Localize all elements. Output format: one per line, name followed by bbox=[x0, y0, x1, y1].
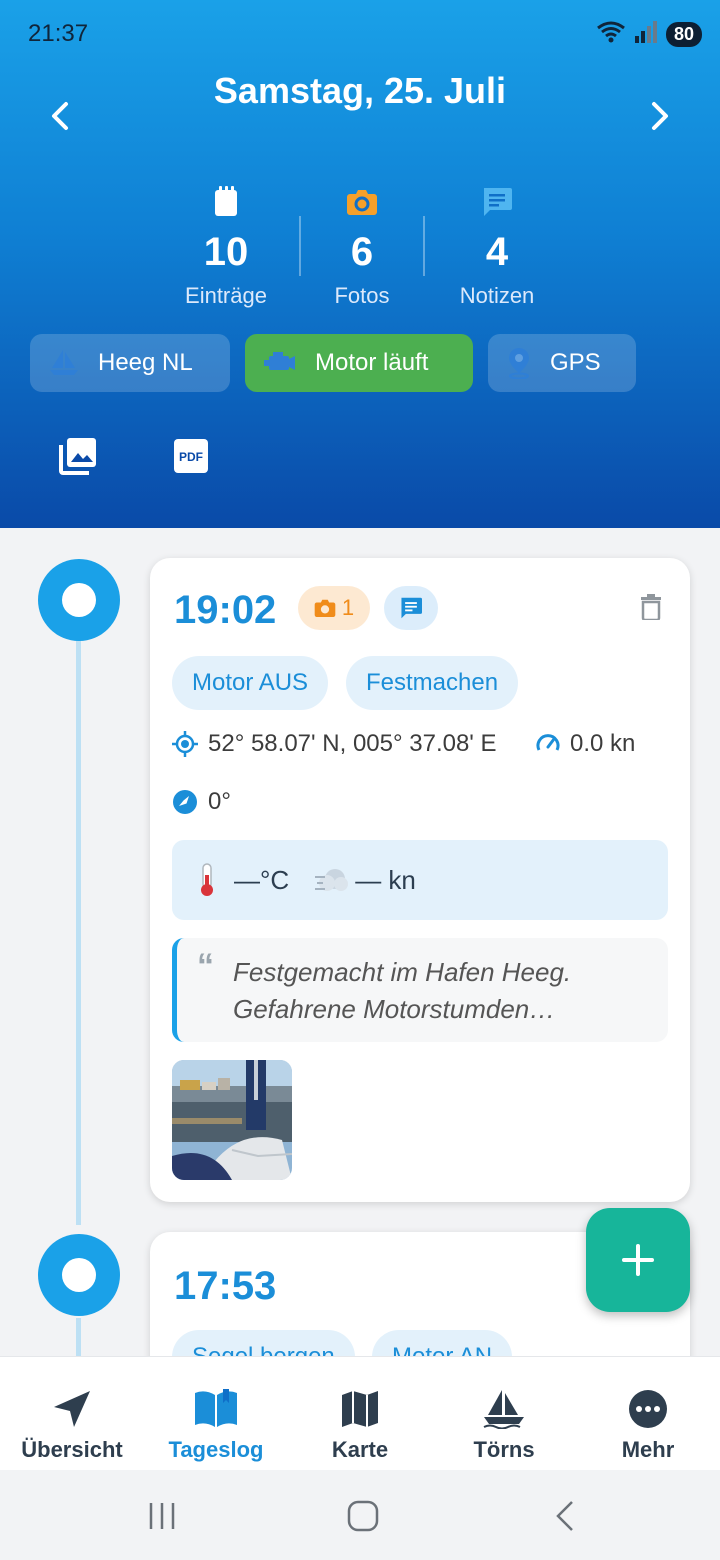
speed-text: 0.0 kn bbox=[570, 730, 636, 757]
timeline-dot bbox=[38, 559, 120, 641]
nav-item-trips[interactable]: Törns bbox=[432, 1357, 576, 1471]
entry-tag: Motor AUS bbox=[172, 656, 329, 710]
motor-status-chip[interactable]: Motor läuft bbox=[245, 334, 473, 392]
location-chip-label: Heeg NL bbox=[98, 349, 193, 376]
status-time: 21:37 bbox=[28, 20, 89, 47]
compass-icon bbox=[173, 790, 197, 814]
map-icon bbox=[342, 1391, 378, 1427]
entry-speed: 0.0 kn bbox=[536, 730, 635, 758]
location-chip[interactable]: Heeg NL bbox=[30, 334, 230, 392]
timeline-line bbox=[76, 1318, 81, 1358]
add-entry-button[interactable] bbox=[586, 1208, 690, 1312]
camera-icon bbox=[314, 599, 336, 617]
temperature-text: —°C bbox=[234, 864, 290, 895]
wind-cloud-icon bbox=[315, 869, 349, 891]
nav-item-overview[interactable]: Übersicht bbox=[0, 1357, 144, 1471]
heading-text: 0° bbox=[208, 788, 231, 815]
stat-notes-label: Notizen bbox=[459, 283, 535, 308]
stat-divider bbox=[423, 216, 425, 276]
export-pdf-button[interactable]: PDF bbox=[169, 434, 213, 478]
recents-icon bbox=[149, 1503, 175, 1529]
day-stats: 10 Einträge 6 Fotos 4 Notizen bbox=[0, 184, 720, 314]
delete-entry-button[interactable] bbox=[640, 594, 662, 625]
note-badge[interactable] bbox=[384, 586, 438, 630]
log-entry-card[interactable]: 19:02 1 Motor AUS Festmachen 52° 58.07' … bbox=[150, 558, 690, 1202]
next-day-button[interactable] bbox=[640, 96, 680, 136]
gallery-button[interactable] bbox=[56, 434, 100, 478]
engine-icon bbox=[264, 352, 295, 370]
stat-entries-value: 10 bbox=[203, 230, 249, 274]
location-pin-icon bbox=[509, 348, 529, 379]
note-icon bbox=[401, 597, 422, 619]
speedometer-icon bbox=[536, 734, 560, 751]
book-icon bbox=[195, 1389, 237, 1427]
home-icon bbox=[347, 1500, 379, 1532]
photo-library-icon bbox=[59, 438, 96, 475]
stat-entries: 10 Einträge bbox=[156, 184, 296, 309]
photo-thumbnail[interactable] bbox=[172, 1060, 292, 1180]
navigation-arrow-icon bbox=[54, 1391, 90, 1427]
nav-item-label: Karte bbox=[331, 1437, 389, 1462]
chevron-right-icon bbox=[652, 102, 668, 130]
timeline-line bbox=[76, 640, 81, 1225]
bottom-navigation: Übersicht Tageslog Karte Törns Mehr bbox=[0, 1356, 720, 1470]
trash-icon bbox=[641, 594, 661, 622]
more-icon bbox=[629, 1390, 667, 1428]
stat-photos: 6 Fotos bbox=[292, 184, 432, 309]
recent-apps-button[interactable] bbox=[132, 1496, 192, 1536]
nav-item-label: Tageslog bbox=[168, 1437, 264, 1462]
stat-notes-value: 4 bbox=[485, 230, 509, 274]
nav-item-daylog[interactable]: Tageslog bbox=[144, 1357, 288, 1471]
plus-icon bbox=[622, 1244, 654, 1276]
entry-time: 17:53 bbox=[174, 1264, 277, 1308]
nav-item-label: Mehr bbox=[621, 1437, 675, 1462]
stat-entries-label: Einträge bbox=[185, 283, 267, 308]
wind-text: — kn bbox=[355, 864, 416, 895]
motor-status-label: Motor läuft bbox=[315, 349, 429, 376]
entry-note: “ Festgemacht im Hafen Heeg. Gefahrene M… bbox=[172, 938, 668, 1042]
note-icon bbox=[484, 188, 512, 216]
timeline-dot bbox=[38, 1234, 120, 1316]
svg-text:PDF: PDF bbox=[179, 450, 203, 464]
entry-time: 19:02 bbox=[174, 588, 277, 632]
quote-icon: “ bbox=[197, 947, 214, 985]
note-text: Festgemacht im Hafen Heeg. Gefahrene Mot… bbox=[233, 957, 572, 1024]
battery-indicator: 80 bbox=[665, 22, 702, 47]
gps-fixed-icon bbox=[172, 731, 198, 757]
photo-count-badge[interactable]: 1 bbox=[298, 586, 370, 630]
nav-item-label: Törns bbox=[473, 1437, 535, 1462]
weather-box: —°C — kn bbox=[172, 840, 668, 920]
entry-heading: 0° bbox=[172, 788, 231, 816]
gps-chip[interactable]: GPS bbox=[488, 334, 636, 392]
sailboat-icon bbox=[50, 350, 78, 375]
status-icons: 80 bbox=[596, 20, 702, 49]
position-text: 52° 58.07' N, 005° 37.08' E bbox=[208, 730, 497, 757]
entry-position: 52° 58.07' N, 005° 37.08' E bbox=[172, 730, 497, 758]
stat-photos-label: Fotos bbox=[334, 283, 390, 308]
back-button[interactable] bbox=[535, 1496, 595, 1536]
day-header: 21:37 80 Samstag, 25. Juli 10 Einträge 6… bbox=[0, 0, 720, 528]
photo-count: 1 bbox=[341, 595, 355, 620]
entry-tag: Festmachen bbox=[346, 656, 519, 710]
sailboat-icon bbox=[483, 1390, 524, 1429]
back-icon bbox=[556, 1501, 573, 1531]
nav-item-map[interactable]: Karte bbox=[288, 1357, 432, 1471]
stat-photos-value: 6 bbox=[350, 230, 374, 274]
nav-item-more[interactable]: Mehr bbox=[576, 1357, 720, 1471]
camera-icon bbox=[347, 190, 377, 215]
stat-notes: 4 Notizen bbox=[427, 184, 567, 309]
home-button[interactable] bbox=[333, 1496, 393, 1536]
thermometer-icon bbox=[201, 863, 213, 896]
notebook-icon bbox=[215, 186, 237, 216]
nav-item-label: Übersicht bbox=[21, 1437, 123, 1462]
harbor-photo bbox=[172, 1060, 292, 1180]
gps-chip-label: GPS bbox=[550, 349, 601, 376]
system-navigation-bar bbox=[0, 1470, 720, 1560]
signal-icon bbox=[634, 20, 658, 49]
wifi-icon bbox=[596, 20, 626, 49]
pdf-icon: PDF bbox=[174, 439, 208, 473]
page-title: Samstag, 25. Juli bbox=[213, 70, 507, 111]
